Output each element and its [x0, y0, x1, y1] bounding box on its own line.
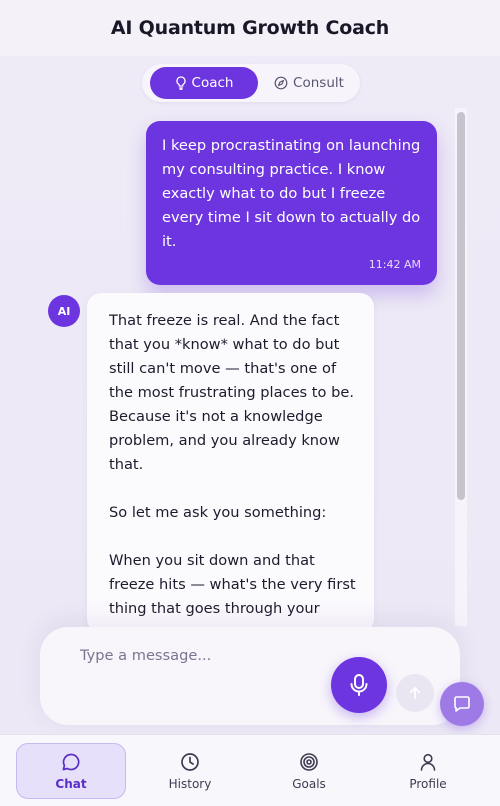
user-icon	[418, 751, 438, 773]
page-title: AI Quantum Growth Coach	[110, 17, 390, 39]
voice-input-button[interactable]	[331, 657, 387, 713]
nav-item-history[interactable]: History	[135, 743, 245, 799]
message-timestamp: 11:42 AM	[368, 258, 421, 271]
nav-item-profile[interactable]: Profile	[373, 743, 483, 799]
ai-avatar: AI	[48, 295, 80, 327]
coach-mode-label: Coach	[191, 75, 234, 91]
ai-message-paragraph: When you sit down and that freeze hits —…	[109, 552, 356, 617]
bottom-nav: Chat History Goals Profile	[0, 734, 500, 806]
chat-bubble-icon	[452, 694, 472, 714]
nav-label-chat: Chat	[55, 777, 87, 791]
mode-toggle: Coach Consult	[142, 64, 360, 102]
ai-message-paragraph: So let me ask you something:	[109, 504, 327, 521]
consult-mode-label: Consult	[293, 75, 344, 91]
compass-icon	[274, 76, 288, 90]
nav-item-goals[interactable]: Goals	[254, 743, 364, 799]
nav-label-profile: Profile	[409, 777, 447, 791]
message-input[interactable]: Type a message...	[80, 647, 211, 664]
lightbulb-icon	[175, 76, 187, 90]
user-message-text: I keep procrastinating on launching my c…	[162, 137, 421, 250]
chat-scrollbar-thumb[interactable]	[457, 112, 465, 500]
consult-mode-button[interactable]: Consult	[264, 67, 354, 99]
chat-fab-button[interactable]	[440, 682, 484, 726]
chat-bubble-icon	[61, 751, 81, 773]
microphone-icon	[348, 673, 370, 697]
nav-label-history: History	[168, 777, 212, 791]
app-header: AI Quantum Growth Coach	[0, 0, 500, 56]
nav-item-chat[interactable]: Chat	[16, 743, 126, 799]
ai-message-bubble: That freeze is real. And the fact that y…	[87, 293, 374, 633]
user-message-bubble: I keep procrastinating on launching my c…	[146, 121, 437, 285]
target-icon	[299, 751, 319, 773]
coach-mode-button[interactable]: Coach	[150, 67, 258, 99]
message-composer: Type a message...	[40, 627, 460, 725]
ai-message-paragraph: That freeze is real. And the fact that y…	[109, 312, 354, 473]
nav-label-goals: Goals	[292, 777, 326, 791]
clock-icon	[180, 751, 200, 773]
send-button[interactable]	[396, 674, 434, 712]
arrow-up-icon	[408, 686, 422, 700]
